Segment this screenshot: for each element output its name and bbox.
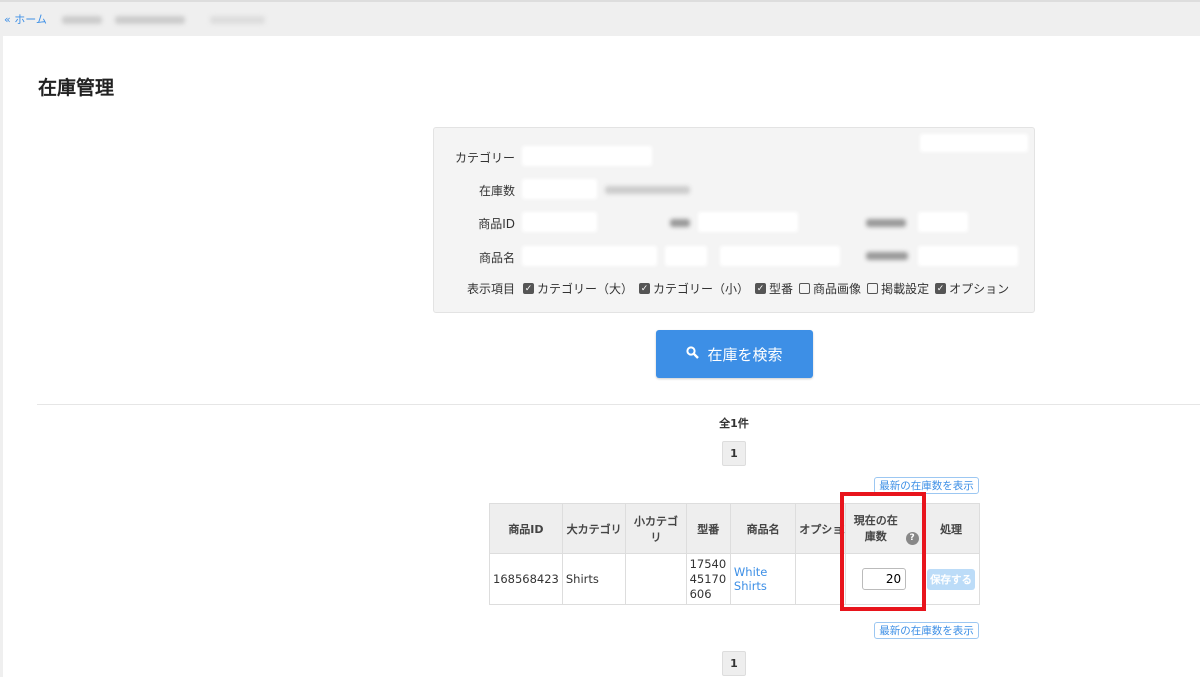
result-count: 全1件	[719, 417, 749, 430]
checkbox-label: オプション	[949, 282, 1010, 296]
extra-label-2	[866, 252, 908, 260]
save-button[interactable]: 保存する	[927, 568, 976, 590]
stock-label: 在庫数	[478, 184, 515, 198]
header-product-id: 商品ID	[489, 503, 563, 554]
header-product-name: 商品名	[729, 503, 797, 554]
checkbox-label: カテゴリー（大）	[537, 282, 634, 296]
breadcrumb-home-link[interactable]: « ホーム	[4, 11, 47, 27]
show-latest-stock-button-bottom[interactable]: 最新の在庫数を表示	[874, 622, 979, 639]
cell-action: 保存する	[922, 553, 980, 605]
stock-input[interactable]	[522, 179, 597, 199]
checkbox-checked-icon[interactable]: ✓	[935, 283, 947, 294]
highlight-box	[840, 492, 926, 611]
checkbox-unchecked-icon[interactable]	[799, 283, 811, 294]
product-name-label: 商品名	[478, 251, 515, 265]
checkbox-label: 掲載設定	[881, 282, 930, 296]
category-select[interactable]	[522, 146, 652, 166]
header-major-category: 大カテゴリ	[561, 503, 627, 554]
extra-label	[866, 219, 906, 227]
checkbox-checked-icon[interactable]: ✓	[523, 283, 534, 294]
breadcrumb-item-blurred[interactable]	[62, 16, 102, 24]
checkbox-option[interactable]: ✓ オプション	[935, 280, 1009, 297]
cell-option	[795, 553, 847, 605]
cell-major-category: Shirts	[561, 553, 627, 605]
search-stock-button[interactable]: 在庫を検索	[656, 330, 813, 378]
checkbox-label: カテゴリー（小）	[653, 282, 750, 296]
search-button-label: 在庫を検索	[707, 346, 783, 364]
pagination-page-1[interactable]: 1	[722, 441, 746, 466]
display-items-label: 表示項目	[466, 282, 515, 296]
cell-model: 1754045170606	[685, 553, 731, 605]
product-id-label: 商品ID	[478, 217, 515, 231]
header-option: オプション	[795, 503, 847, 554]
cell-product-id: 168568423	[489, 553, 563, 605]
breadcrumb-item-blurred	[210, 16, 265, 24]
extra-select-2[interactable]	[918, 246, 1018, 266]
category-label: カテゴリー	[454, 151, 515, 165]
header-minor-category: 小カテゴリ	[625, 503, 687, 554]
header-model: 型番	[685, 503, 731, 554]
product-id-input[interactable]	[522, 212, 597, 232]
product-name-input[interactable]	[522, 246, 657, 266]
extra-select[interactable]	[918, 212, 968, 232]
cell-product-name: White Shirts	[729, 553, 797, 605]
sort-select[interactable]	[920, 134, 1028, 152]
checkbox-checked-icon[interactable]: ✓	[755, 283, 767, 294]
checkbox-category-major[interactable]: ✓ カテゴリー（大）	[523, 280, 633, 297]
stock-hint	[605, 186, 690, 194]
model-input[interactable]	[698, 212, 798, 232]
display-items-group: ✓ カテゴリー（大） ✓ カテゴリー（小） ✓ 型番 商品画像 掲載設定 ✓ オプション	[523, 280, 1015, 297]
divider	[37, 404, 1200, 405]
checkbox-product-image[interactable]: 商品画像	[799, 280, 861, 297]
cell-minor-category	[625, 553, 687, 605]
checkbox-category-minor[interactable]: ✓ カテゴリー（小）	[639, 280, 749, 297]
product-name-link[interactable]: White Shirts	[734, 565, 767, 593]
product-name-input-2[interactable]	[720, 246, 840, 266]
pagination-page-1-bottom[interactable]: 1	[722, 651, 746, 676]
model-label	[670, 219, 690, 227]
match-select[interactable]	[665, 246, 707, 266]
page-title: 在庫管理	[38, 77, 115, 99]
checkbox-label: 型番	[769, 282, 794, 296]
header-action: 処理	[922, 503, 980, 554]
checkbox-unchecked-icon[interactable]	[867, 283, 879, 294]
checkbox-model[interactable]: ✓ 型番	[755, 280, 793, 297]
checkbox-listing-settings[interactable]: 掲載設定	[867, 280, 929, 297]
search-icon	[686, 345, 700, 363]
checkbox-checked-icon[interactable]: ✓	[639, 283, 651, 294]
left-edge	[0, 36, 3, 677]
breadcrumb-item-blurred[interactable]	[115, 16, 185, 24]
checkbox-label: 商品画像	[813, 282, 862, 296]
